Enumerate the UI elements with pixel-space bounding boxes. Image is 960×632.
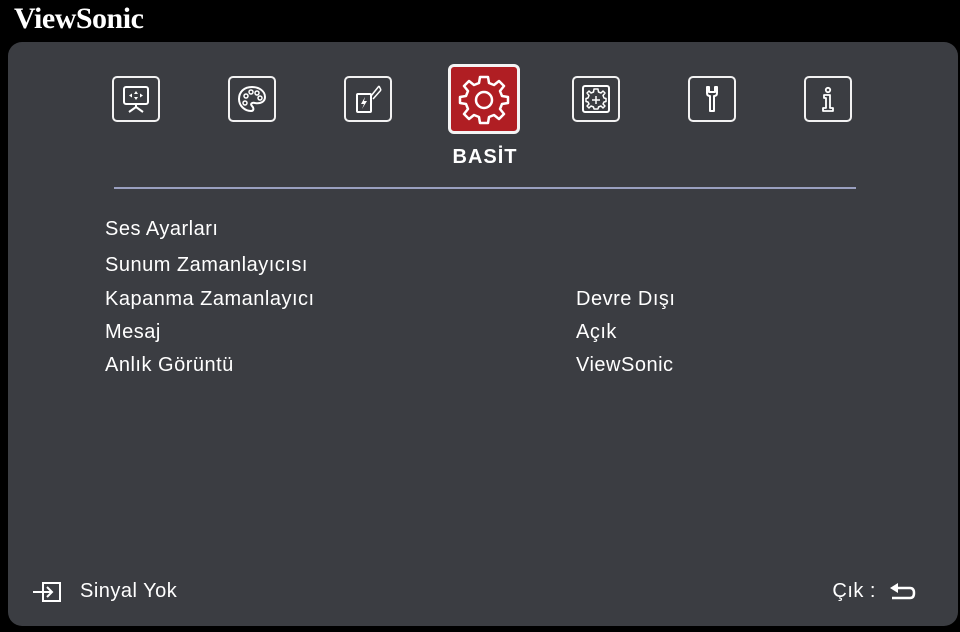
tab-advanced[interactable] xyxy=(572,76,620,122)
power-bolt-icon xyxy=(356,85,382,113)
info-icon xyxy=(822,86,834,112)
gear-icon xyxy=(458,75,510,125)
menu-item-snapshot[interactable]: Anlık Görüntü xyxy=(105,354,234,377)
menu-item-presentation-timer[interactable]: Sunum Zamanlayıcısı xyxy=(105,254,308,277)
exit-label: Çık : xyxy=(832,580,876,602)
input-source-icon xyxy=(33,581,61,602)
tab-display[interactable] xyxy=(112,76,160,122)
brand-logo: ViewSonic xyxy=(14,2,144,35)
display-icon xyxy=(123,86,149,113)
exit-hint[interactable]: Çık : xyxy=(832,580,918,603)
return-arrow-icon xyxy=(890,582,916,599)
tab-basic[interactable] xyxy=(448,64,520,134)
tab-color[interactable] xyxy=(228,76,276,122)
message-value: Açık xyxy=(576,321,617,343)
tab-information[interactable] xyxy=(804,76,852,122)
tab-system[interactable] xyxy=(688,76,736,122)
osd-window: ViewSonic BASİT Ses Ayarları Sunum Zaman… xyxy=(0,0,960,632)
menu-item-message[interactable]: Mesaj xyxy=(105,321,161,344)
wrench-icon xyxy=(706,86,718,112)
tab-power[interactable] xyxy=(344,76,392,122)
sleep-timer-value: Devre Dışı xyxy=(576,288,676,310)
separator-line xyxy=(114,187,856,189)
active-tab-label: BASİT xyxy=(452,146,518,168)
palette-icon xyxy=(237,85,267,113)
menu-item-audio-settings[interactable]: Ses Ayarları xyxy=(105,218,218,241)
menu-item-sleep-timer[interactable]: Kapanma Zamanlayıcı xyxy=(105,288,315,311)
signal-status: Sinyal Yok xyxy=(32,580,177,603)
snapshot-value: ViewSonic xyxy=(576,354,674,376)
advanced-gear-icon xyxy=(582,85,610,113)
signal-status-text: Sinyal Yok xyxy=(80,580,178,602)
